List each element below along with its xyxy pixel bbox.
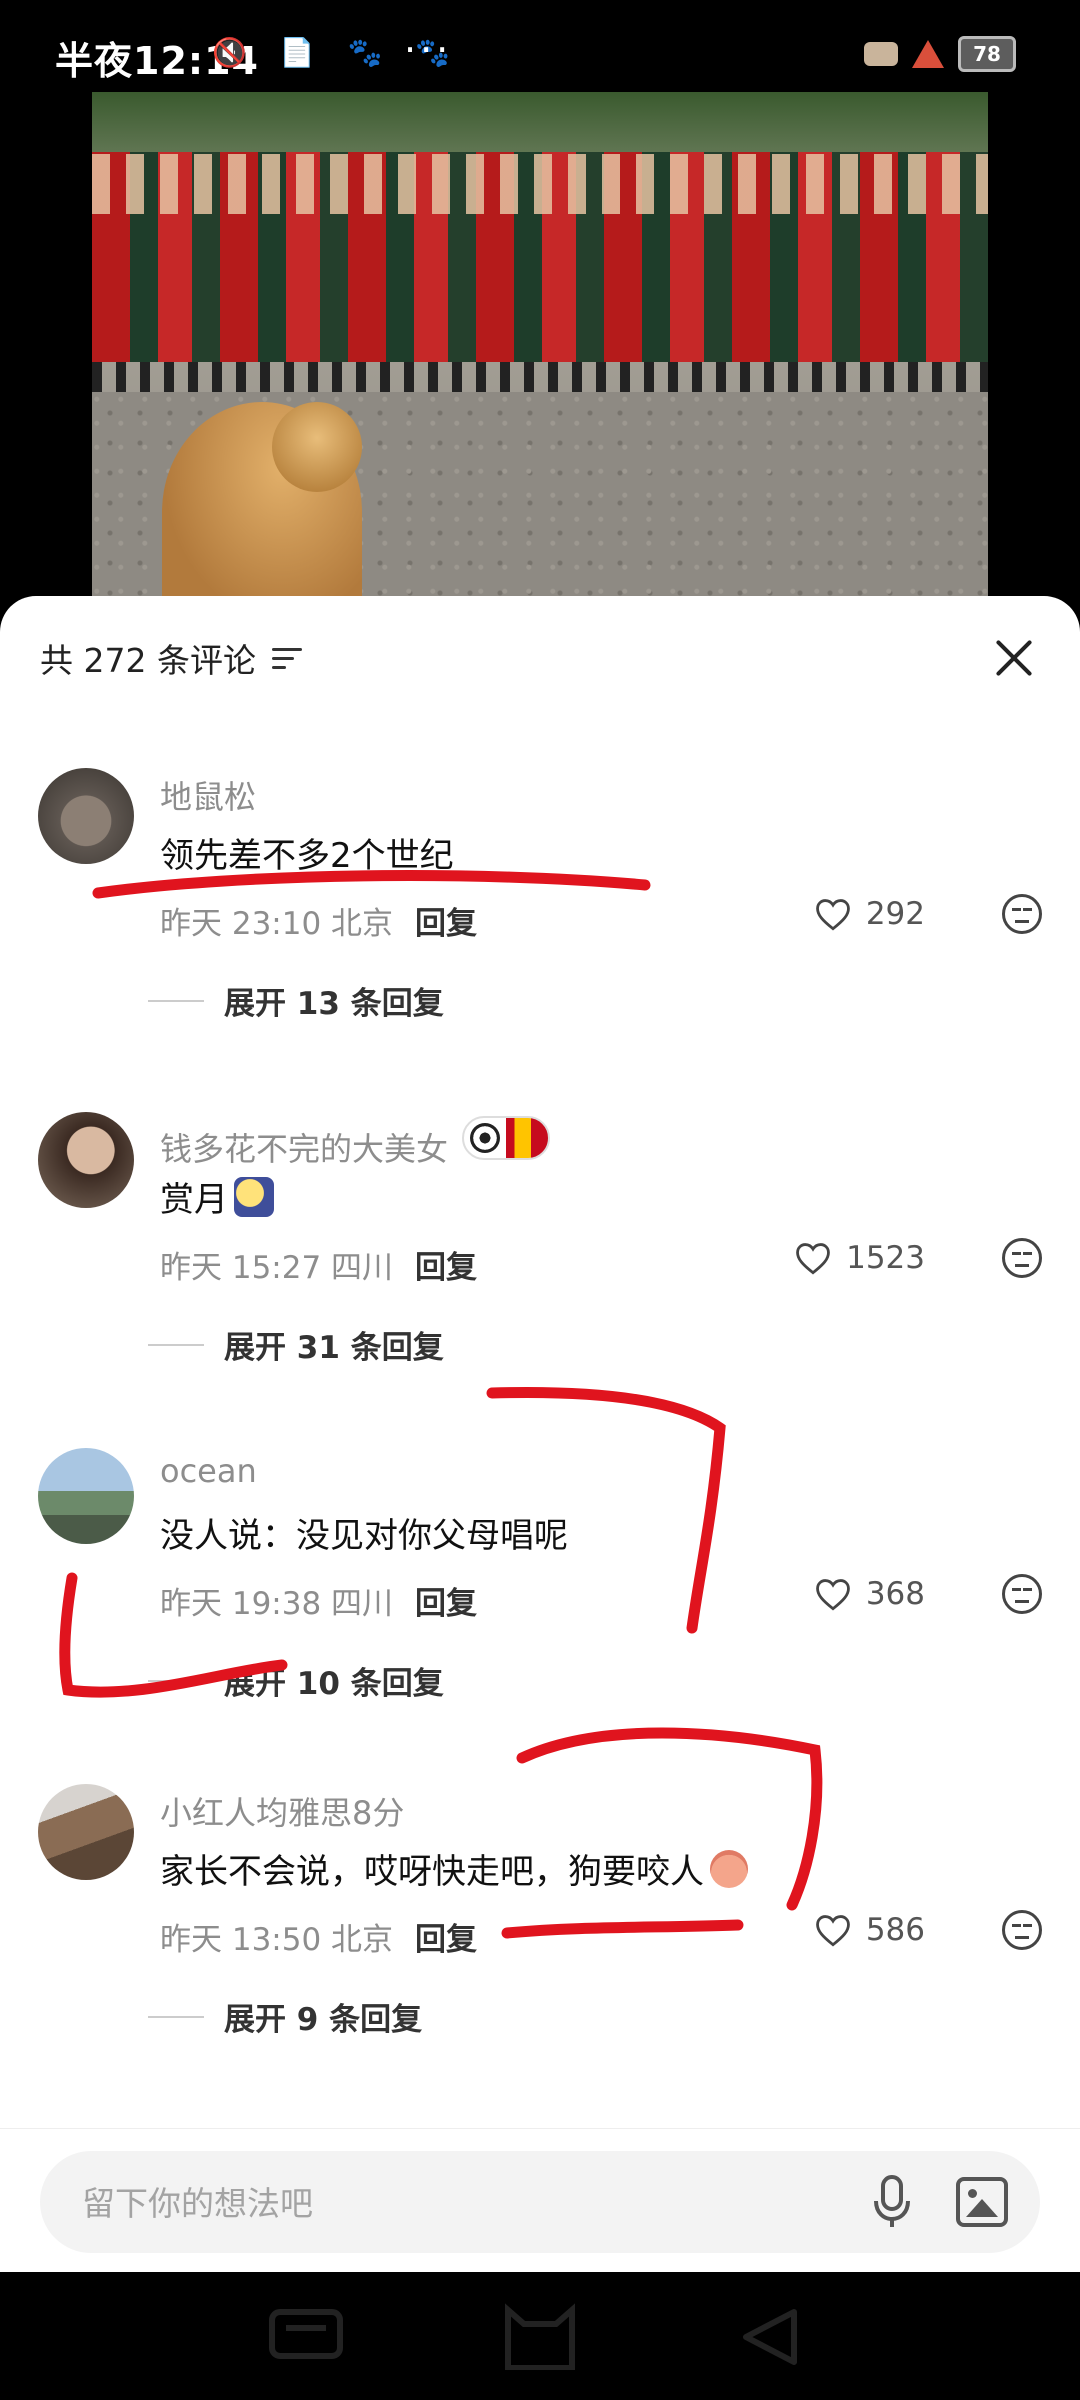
comment-time: 昨天 23:10 北京 bbox=[160, 906, 394, 942]
peach-emoji-icon bbox=[710, 1849, 748, 1888]
expand-replies-label: 展开 31 条回复 bbox=[224, 1330, 444, 1366]
system-icons: 78 bbox=[864, 36, 1016, 72]
app-indicator-icon bbox=[864, 42, 898, 66]
comment-username-text: 钱多花不完的大美女 bbox=[160, 1130, 449, 1168]
expand-replies-button[interactable]: 展开 9 条回复 bbox=[148, 1994, 422, 2039]
reply-button[interactable]: 回复 bbox=[415, 906, 477, 942]
emoji-react-icon[interactable] bbox=[1002, 894, 1042, 934]
like-count: 1523 bbox=[846, 1240, 925, 1276]
avatar[interactable] bbox=[38, 1448, 134, 1544]
emoji-react-icon[interactable] bbox=[1002, 1574, 1042, 1614]
microphone-icon[interactable] bbox=[872, 2175, 912, 2229]
avatar[interactable] bbox=[38, 768, 134, 864]
comment-input-container bbox=[40, 2151, 1040, 2255]
back-nav-icon[interactable] bbox=[738, 2306, 800, 2368]
like-count: 586 bbox=[865, 1912, 925, 1948]
heart-icon bbox=[815, 1579, 850, 1611]
like-count: 292 bbox=[865, 896, 925, 932]
comment-meta: 昨天 13:50 北京 回复 bbox=[160, 1914, 477, 1959]
heart-icon bbox=[815, 899, 850, 931]
reply-button[interactable]: 回复 bbox=[415, 1586, 477, 1622]
comment-time: 昨天 15:27 四川 bbox=[160, 1250, 394, 1286]
avatar[interactable] bbox=[38, 1112, 134, 1208]
comment-time: 昨天 13:50 北京 bbox=[160, 1922, 394, 1958]
more-notifications-icon: ··· bbox=[404, 28, 453, 72]
comment-username[interactable]: ocean bbox=[160, 1452, 257, 1490]
comment-input-bar bbox=[0, 2128, 1080, 2273]
video-player[interactable] bbox=[92, 92, 988, 596]
battery-icon: 78 bbox=[958, 36, 1016, 72]
comment-text: 没人说：没见对你父母唱呢 bbox=[160, 1508, 568, 1557]
moon-emoji-icon bbox=[234, 1176, 274, 1217]
comment-text: 赏月 bbox=[160, 1172, 274, 1221]
video-dog-head bbox=[272, 402, 362, 492]
expand-replies-button[interactable]: 展开 10 条回复 bbox=[148, 1658, 444, 1703]
comment-meta: 昨天 15:27 四川 回复 bbox=[160, 1242, 477, 1287]
expand-replies-label: 展开 13 条回复 bbox=[224, 986, 444, 1022]
expand-replies-button[interactable]: 展开 13 条回复 bbox=[148, 978, 444, 1023]
like-button[interactable]: 368 bbox=[814, 1576, 925, 1612]
reply-button[interactable]: 回复 bbox=[415, 1922, 477, 1958]
heart-icon bbox=[815, 1915, 850, 1947]
comment-text-content: 赏月 bbox=[160, 1180, 228, 1220]
football-spain-badge-icon bbox=[462, 1116, 551, 1160]
comment-count-title: 共 272 条评论 bbox=[40, 641, 256, 680]
comment-username[interactable]: 小红人均雅思8分 bbox=[160, 1788, 404, 1834]
comment-username[interactable]: 钱多花不完的大美女 bbox=[160, 1116, 551, 1170]
like-button[interactable]: 1523 bbox=[794, 1240, 925, 1276]
cat-nav-icon[interactable] bbox=[500, 2298, 580, 2370]
like-count: 368 bbox=[865, 1576, 925, 1612]
comments-header: 共 272 条评论 bbox=[40, 628, 302, 688]
like-button[interactable]: 292 bbox=[814, 896, 925, 932]
video-faces bbox=[92, 154, 988, 214]
comment-text: 家长不会说，哎呀快走吧，狗要咬人 bbox=[160, 1844, 748, 1893]
expand-replies-label: 展开 10 条回复 bbox=[224, 1666, 444, 1702]
comment-text-content: 家长不会说，哎呀快走吧，狗要咬人 bbox=[160, 1852, 704, 1892]
comments-sheet: 共 272 条评论 地鼠松 领先差不多2个世纪 昨天 23:10 北京 回复 29… bbox=[0, 596, 1080, 2272]
close-icon[interactable] bbox=[986, 630, 1042, 686]
comment-text-content: 没人说：没见对你父母唱呢 bbox=[160, 1516, 568, 1556]
home-nav-icon[interactable] bbox=[266, 2302, 346, 2362]
comment-meta: 昨天 23:10 北京 回复 bbox=[160, 898, 477, 943]
watermelon-icon bbox=[912, 40, 944, 68]
reply-button[interactable]: 回复 bbox=[415, 1250, 477, 1286]
like-button[interactable]: 586 bbox=[814, 1912, 925, 1948]
system-navigation-bar bbox=[0, 2272, 1080, 2400]
sort-filter-icon[interactable] bbox=[271, 647, 302, 669]
emoji-react-icon[interactable] bbox=[1002, 1238, 1042, 1278]
comment-meta: 昨天 19:38 四川 回复 bbox=[160, 1578, 477, 1623]
comment-time: 昨天 19:38 四川 bbox=[160, 1586, 394, 1622]
comment-username[interactable]: 地鼠松 bbox=[160, 772, 256, 818]
comment-input[interactable] bbox=[80, 2151, 844, 2255]
emoji-react-icon[interactable] bbox=[1002, 1910, 1042, 1950]
avatar[interactable] bbox=[38, 1784, 134, 1880]
image-picker-icon[interactable] bbox=[956, 2177, 1008, 2227]
heart-icon bbox=[796, 1243, 830, 1275]
expand-replies-label: 展开 9 条回复 bbox=[224, 2002, 423, 2038]
comment-text: 领先差不多2个世纪 bbox=[160, 828, 454, 877]
expand-replies-button[interactable]: 展开 31 条回复 bbox=[148, 1322, 444, 1367]
comment-text-content: 领先差不多2个世纪 bbox=[160, 836, 454, 876]
